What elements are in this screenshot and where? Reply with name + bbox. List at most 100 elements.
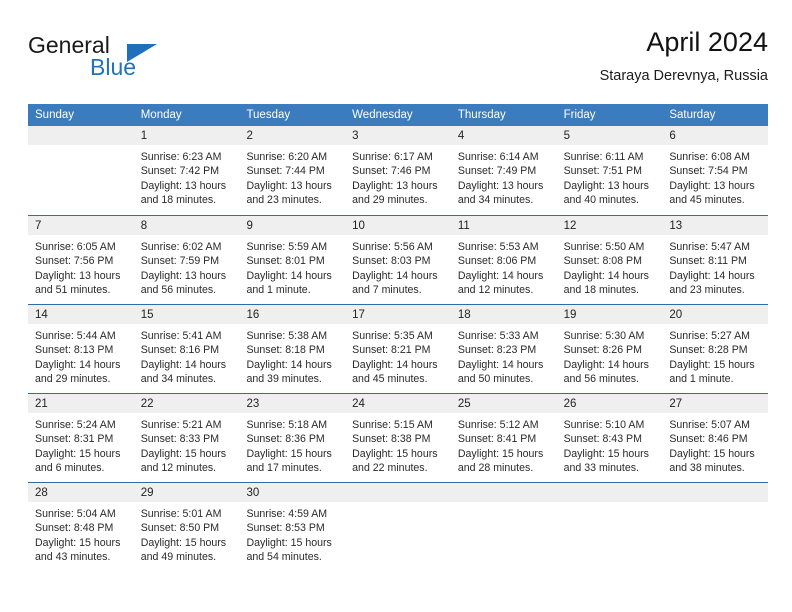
calendar-page: General Blue April 2024 Staraya Derevnya… — [0, 0, 792, 612]
day-number-band: 19 — [556, 305, 663, 324]
day-number: 24 — [352, 398, 365, 410]
sunrise-text: Sunrise: 5:27 AM — [669, 330, 750, 342]
day-number-band — [28, 126, 134, 145]
daylight-text-line2: and 51 minutes. — [35, 284, 111, 297]
calendar-day-cell[interactable]: 8 Sunrise: 6:02 AM Sunset: 7:59 PM Daylight… — [133, 216, 240, 304]
page-header: General Blue April 2024 Staraya Derevnya… — [28, 26, 768, 96]
daylight-text-line1: Daylight: 15 hours — [35, 447, 121, 460]
daylight-text-line1: Daylight: 15 hours — [140, 447, 227, 460]
calendar-day-cell[interactable]: 15 Sunrise: 5:41 AM Sunset: 8:16 PM Dayligh… — [133, 305, 240, 393]
calendar-day-cell[interactable]: 16 Sunrise: 5:38 AM Sunset: 8:18 PM Dayligh… — [239, 305, 346, 393]
daylight-text-line2: and 45 minutes. — [352, 373, 428, 386]
calendar-day-cell[interactable]: 17 Sunrise: 5:35 AM Sunset: 8:21 PM Dayligh… — [345, 305, 451, 393]
calendar-day-cell[interactable]: 22 Sunrise: 5:21 AM Sunset: 8:33 PM Dayligh… — [133, 394, 240, 482]
calendar-day-cell[interactable]: 2 Sunrise: 6:20 AM Sunset: 7:44 PM Daylight… — [239, 126, 346, 215]
daylight-text-line2: and 29 minutes. — [35, 373, 111, 386]
sunset-text: Sunset: 8:01 PM — [246, 255, 325, 268]
calendar-day-cell[interactable]: 6 Sunrise: 6:08 AM Sunset: 7:54 PM Daylight… — [662, 126, 769, 215]
daylight-text-line2: and 54 minutes. — [246, 551, 322, 564]
weekday-header-thursday: Thursday — [457, 109, 506, 121]
daylight-text-line2: and 34 minutes. — [140, 373, 217, 386]
calendar-day-cell[interactable]: 20 Sunrise: 5:27 AM Sunset: 8:28 PM Dayligh… — [662, 305, 769, 393]
daylight-text-line2: and 12 minutes. — [457, 284, 534, 297]
daylight-text-line1: Daylight: 15 hours — [35, 536, 121, 549]
calendar-day-cell-empty — [345, 483, 451, 571]
calendar-day-cell[interactable]: 26 Sunrise: 5:10 AM Sunset: 8:43 PM Dayligh… — [556, 394, 663, 482]
sunset-text: Sunset: 8:33 PM — [140, 433, 220, 446]
day-number-band: 22 — [133, 394, 240, 413]
calendar-day-cell[interactable]: 23 Sunrise: 5:18 AM Sunset: 8:36 PM Dayligh… — [239, 394, 346, 482]
calendar-day-cell[interactable]: 14 Sunrise: 5:44 AM Sunset: 8:13 PM Dayligh… — [28, 305, 134, 393]
calendar-day-cell[interactable]: 9 Sunrise: 5:59 AM Sunset: 8:01 PM Daylight… — [239, 216, 346, 304]
calendar-day-cell[interactable]: 29 Sunrise: 5:01 AM Sunset: 8:50 PM Dayligh… — [133, 483, 240, 571]
daylight-text-line2: and 56 minutes. — [563, 373, 639, 386]
daylight-text-line1: Daylight: 15 hours — [246, 536, 332, 549]
sunset-text: Sunset: 7:51 PM — [563, 165, 642, 178]
daylight-text-line2: and 38 minutes. — [669, 462, 745, 475]
daylight-text-line2: and 33 minutes. — [563, 462, 639, 475]
day-number: 26 — [563, 398, 577, 410]
daylight-text-line1: Daylight: 15 hours — [457, 447, 544, 460]
calendar-day-cell[interactable]: 13 Sunrise: 5:47 AM Sunset: 8:11 PM Dayligh… — [662, 216, 769, 304]
calendar-day-cell[interactable]: 3 Sunrise: 6:17 AM Sunset: 7:46 PM Daylight… — [345, 126, 451, 215]
day-details: Sunrise: 6:08 AM Sunset: 7:54 PM Daylight:… — [662, 145, 768, 208]
calendar-day-cell[interactable]: 4 Sunrise: 6:14 AM Sunset: 7:49 PM Daylight… — [450, 126, 557, 215]
sunset-text: Sunset: 8:26 PM — [563, 344, 642, 357]
day-number: 15 — [140, 309, 154, 321]
daylight-text-line2: and 22 minutes. — [352, 462, 428, 475]
calendar-day-cell[interactable]: 21 Sunrise: 5:24 AM Sunset: 8:31 PM Dayligh… — [28, 394, 134, 482]
day-details: Sunrise: 5:56 AM Sunset: 8:03 PM Daylight:… — [345, 235, 451, 298]
daylight-text-line1: Daylight: 15 hours — [563, 447, 649, 460]
calendar-day-cell[interactable]: 19 Sunrise: 5:30 AM Sunset: 8:26 PM Dayligh… — [556, 305, 663, 393]
sunrise-text: Sunrise: 5:01 AM — [140, 508, 222, 520]
day-details: Sunrise: 5:01 AM Sunset: 8:50 PM Daylight:… — [134, 502, 240, 565]
daylight-text-line2: and 50 minutes. — [457, 373, 534, 386]
day-number: 19 — [563, 309, 577, 321]
day-number-band: 16 — [239, 305, 346, 324]
daylight-text-line1: Daylight: 14 hours — [246, 269, 332, 282]
day-number-band — [556, 483, 663, 502]
calendar-day-cell[interactable]: 12 Sunrise: 5:50 AM Sunset: 8:08 PM Dayligh… — [556, 216, 663, 304]
sunset-text: Sunset: 8:46 PM — [669, 433, 748, 446]
brand-logo[interactable]: General Blue — [28, 32, 178, 88]
daylight-text-line1: Daylight: 14 hours — [352, 269, 438, 282]
day-details: Sunrise: 6:14 AM Sunset: 7:49 PM Daylight:… — [451, 145, 557, 208]
sunset-text: Sunset: 7:54 PM — [669, 165, 748, 178]
calendar-day-cell[interactable]: 30 Sunrise: 4:59 AM Sunset: 8:53 PM Dayligh… — [239, 483, 346, 571]
day-number: 25 — [457, 398, 471, 410]
page-title: April 2024 — [646, 27, 768, 57]
calendar-day-cell[interactable]: 18 Sunrise: 5:33 AM Sunset: 8:23 PM Dayligh… — [450, 305, 557, 393]
day-details: Sunrise: 5:35 AM Sunset: 8:21 PM Daylight:… — [345, 324, 451, 387]
day-number-band: 28 — [28, 483, 134, 502]
day-number: 7 — [35, 220, 42, 232]
calendar-day-cell[interactable]: 5 Sunrise: 6:11 AM Sunset: 7:51 PM Daylight… — [556, 126, 663, 215]
sunrise-text: Sunrise: 5:56 AM — [352, 241, 433, 253]
calendar-day-cell[interactable]: 1 Sunrise: 6:23 AM Sunset: 7:42 PM Daylight… — [133, 126, 240, 215]
weekday-header-sunday: Sunday — [35, 109, 75, 121]
calendar-week-row: 14 Sunrise: 5:44 AM Sunset: 8:13 PM Dayligh… — [28, 304, 769, 393]
day-number: 4 — [457, 130, 465, 142]
calendar-day-cell[interactable]: 24 Sunrise: 5:15 AM Sunset: 8:38 PM Dayligh… — [345, 394, 451, 482]
calendar-day-cell[interactable]: 10 Sunrise: 5:56 AM Sunset: 8:03 PM Dayligh… — [345, 216, 451, 304]
daylight-text-line1: Daylight: 13 hours — [35, 269, 121, 282]
daylight-text-line1: Daylight: 15 hours — [669, 447, 755, 460]
calendar-day-cell[interactable]: 25 Sunrise: 5:12 AM Sunset: 8:41 PM Dayligh… — [450, 394, 557, 482]
daylight-text-line1: Daylight: 13 hours — [140, 269, 227, 282]
day-details: Sunrise: 5:33 AM Sunset: 8:23 PM Daylight:… — [451, 324, 557, 387]
sunset-text: Sunset: 8:18 PM — [246, 344, 325, 357]
sunset-text: Sunset: 8:06 PM — [457, 255, 537, 268]
daylight-text-line1: Daylight: 13 hours — [669, 179, 755, 192]
calendar-day-cell[interactable]: 7 Sunrise: 6:05 AM Sunset: 7:56 PM Daylight… — [28, 216, 134, 304]
daylight-text-line2: and 23 minutes. — [669, 284, 745, 297]
calendar-day-cell[interactable]: 27 Sunrise: 5:07 AM Sunset: 8:46 PM Dayligh… — [662, 394, 769, 482]
sunrise-text: Sunrise: 5:59 AM — [246, 241, 328, 253]
sunset-text: Sunset: 8:23 PM — [457, 344, 537, 357]
calendar-day-cell[interactable]: 28 Sunrise: 5:04 AM Sunset: 8:48 PM Dayligh… — [28, 483, 134, 571]
day-number-band: 2 — [239, 126, 346, 145]
daylight-text-line2: and 40 minutes. — [563, 194, 639, 207]
title-block: April 2024 Staraya Derevnya, Russia — [600, 26, 768, 86]
day-details: Sunrise: 5:10 AM Sunset: 8:43 PM Daylight:… — [557, 413, 663, 476]
daylight-text-line1: Daylight: 13 hours — [246, 179, 332, 192]
day-number: 12 — [563, 220, 577, 232]
calendar-day-cell[interactable]: 11 Sunrise: 5:53 AM Sunset: 8:06 PM Dayligh… — [450, 216, 557, 304]
